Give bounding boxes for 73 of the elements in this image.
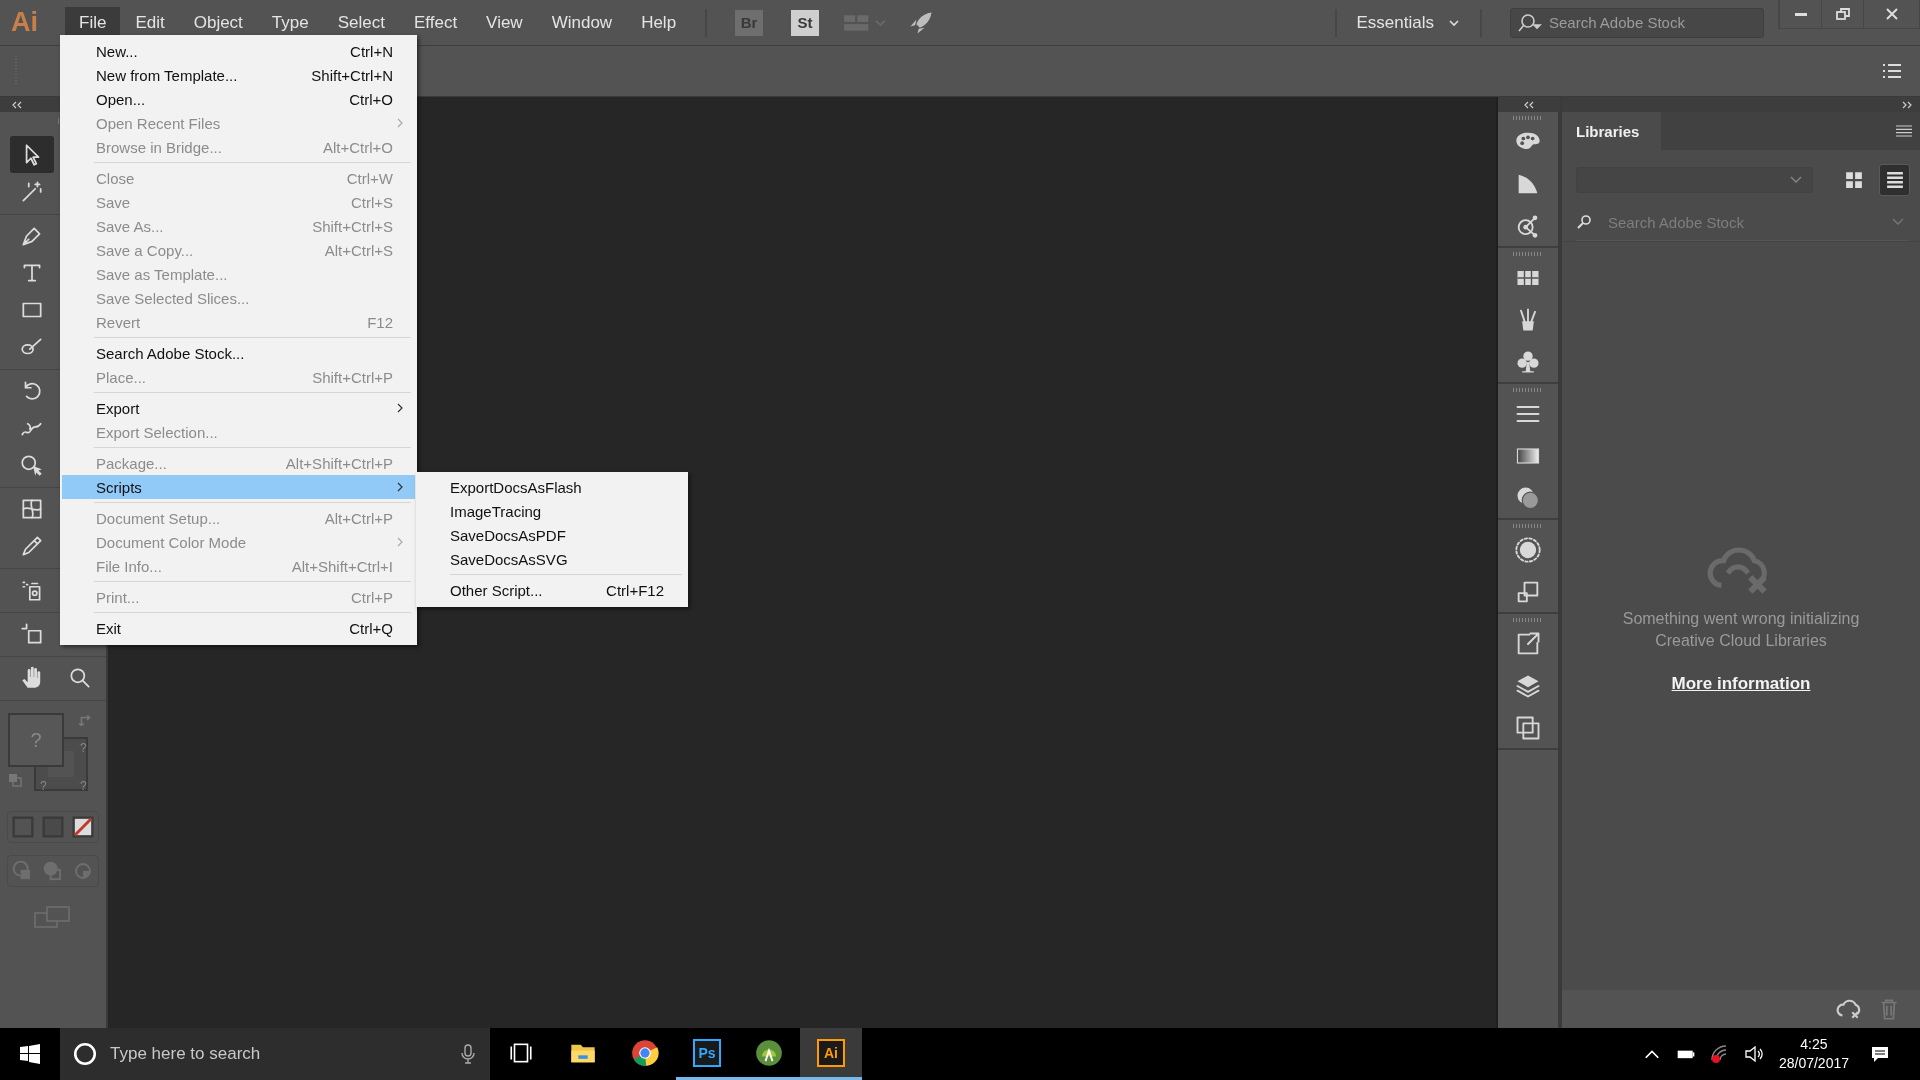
- grip-icon[interactable]: [1513, 252, 1543, 256]
- menu-item[interactable]: SaveDocsAsSVG: [418, 547, 686, 571]
- stock-search-field[interactable]: Search Adobe Stock: [1510, 7, 1764, 38]
- app-button[interactable]: St: [791, 9, 820, 36]
- clock-time: 4:25: [1800, 1035, 1828, 1054]
- compass-app-icon: [755, 1038, 783, 1067]
- menu-item[interactable]: View: [472, 6, 537, 39]
- clock-date: 28/07/2017: [1778, 1054, 1849, 1073]
- menu-item[interactable]: New from Template... Shift+Ctrl+N: [62, 63, 415, 87]
- collapse-icon[interactable]: [10, 100, 24, 109]
- menu-item[interactable]: Window: [537, 6, 627, 39]
- taskbar-app[interactable]: Ps: [676, 1028, 738, 1080]
- tool-button[interactable]: [10, 136, 54, 173]
- error-message: Creative Cloud Libraries: [1655, 631, 1827, 651]
- artboards-icon[interactable]: [1514, 714, 1542, 742]
- app-logo: Ai: [10, 7, 39, 38]
- menu-item[interactable]: Scripts: [62, 475, 415, 499]
- collapse-icon[interactable]: [1522, 100, 1536, 109]
- unknown-stroke-mark: ?: [80, 741, 87, 755]
- speaker-icon[interactable]: [1743, 1044, 1764, 1064]
- menu-item[interactable]: Search Adobe Stock...: [62, 341, 415, 365]
- error-message: Something went wrong initializing: [1622, 609, 1860, 629]
- grip-icon[interactable]: [1513, 524, 1543, 528]
- list-icon: [1885, 171, 1904, 189]
- default-colors-icon[interactable]: [8, 773, 22, 787]
- menu-item[interactable]: Other Script... Ctrl+F12: [418, 578, 686, 602]
- browser-icon: [631, 1038, 659, 1067]
- menu-item[interactable]: New... Ctrl+N: [62, 39, 415, 63]
- menu-item[interactable]: Edit: [121, 6, 179, 39]
- cortana-icon: [72, 1041, 98, 1067]
- search-icon: [1576, 214, 1592, 230]
- chevron-down-icon: [1789, 176, 1802, 184]
- magic-wand-icon: [19, 178, 45, 205]
- windows-logo-icon: [20, 1044, 40, 1064]
- taskbar-search-field[interactable]: Type here to search: [60, 1028, 490, 1080]
- grip-icon[interactable]: [1513, 116, 1543, 120]
- menu-item[interactable]: Type: [257, 6, 323, 39]
- menu-item[interactable]: ImageTracing: [418, 499, 686, 523]
- menu-item[interactable]: Effect: [399, 6, 472, 39]
- grip-icon[interactable]: [1513, 618, 1543, 622]
- close-icon: [1883, 6, 1900, 22]
- panel-menu-icon[interactable]: [1882, 63, 1902, 79]
- libraries-tab[interactable]: Libraries: [1562, 112, 1662, 150]
- menu-item[interactable]: SaveDocsAsPDF: [418, 523, 686, 547]
- microphone-icon[interactable]: [460, 1044, 476, 1064]
- unknown-fill-mark: ?: [30, 728, 42, 752]
- restore-icon: [1834, 6, 1851, 22]
- grip-icon[interactable]: [1513, 388, 1543, 392]
- workspace-switcher[interactable]: Essentials: [1350, 12, 1466, 33]
- artboard-tool-icon: [19, 620, 45, 647]
- grid-icon: [1844, 171, 1863, 189]
- chevron-down-icon: [1892, 218, 1904, 226]
- unknown-stroke-mark: ?: [40, 779, 47, 793]
- search-icon: [1517, 12, 1543, 33]
- menu-icon[interactable]: [1896, 125, 1912, 137]
- dotted-circle-icon[interactable]: [1514, 536, 1542, 564]
- taskbar-app[interactable]: Ai: [800, 1028, 862, 1080]
- menu-item[interactable]: Help: [627, 6, 691, 39]
- menu-item[interactable]: Export: [62, 396, 415, 420]
- menu-item[interactable]: Exit Ctrl+Q: [62, 616, 415, 640]
- expand-icon[interactable]: [1900, 100, 1914, 109]
- chevron-down-icon: [1448, 18, 1460, 27]
- search-input[interactable]: Search Adobe Stock: [1547, 13, 1763, 32]
- more-information-link[interactable]: More information: [1671, 674, 1811, 694]
- menu-item[interactable]: Open... Ctrl+O: [62, 87, 415, 111]
- notifications-icon[interactable]: [1870, 1044, 1890, 1064]
- minimize-icon: [1794, 12, 1807, 16]
- menu-item[interactable]: ExportDocsAsFlash: [418, 475, 686, 499]
- menu-item[interactable]: Select: [323, 6, 399, 39]
- list-view-button[interactable]: [1879, 164, 1910, 196]
- search-input[interactable]: Type here to search: [108, 1043, 460, 1065]
- unknown-stroke-mark: ?: [80, 779, 87, 793]
- menu-item[interactable]: Object: [179, 6, 257, 39]
